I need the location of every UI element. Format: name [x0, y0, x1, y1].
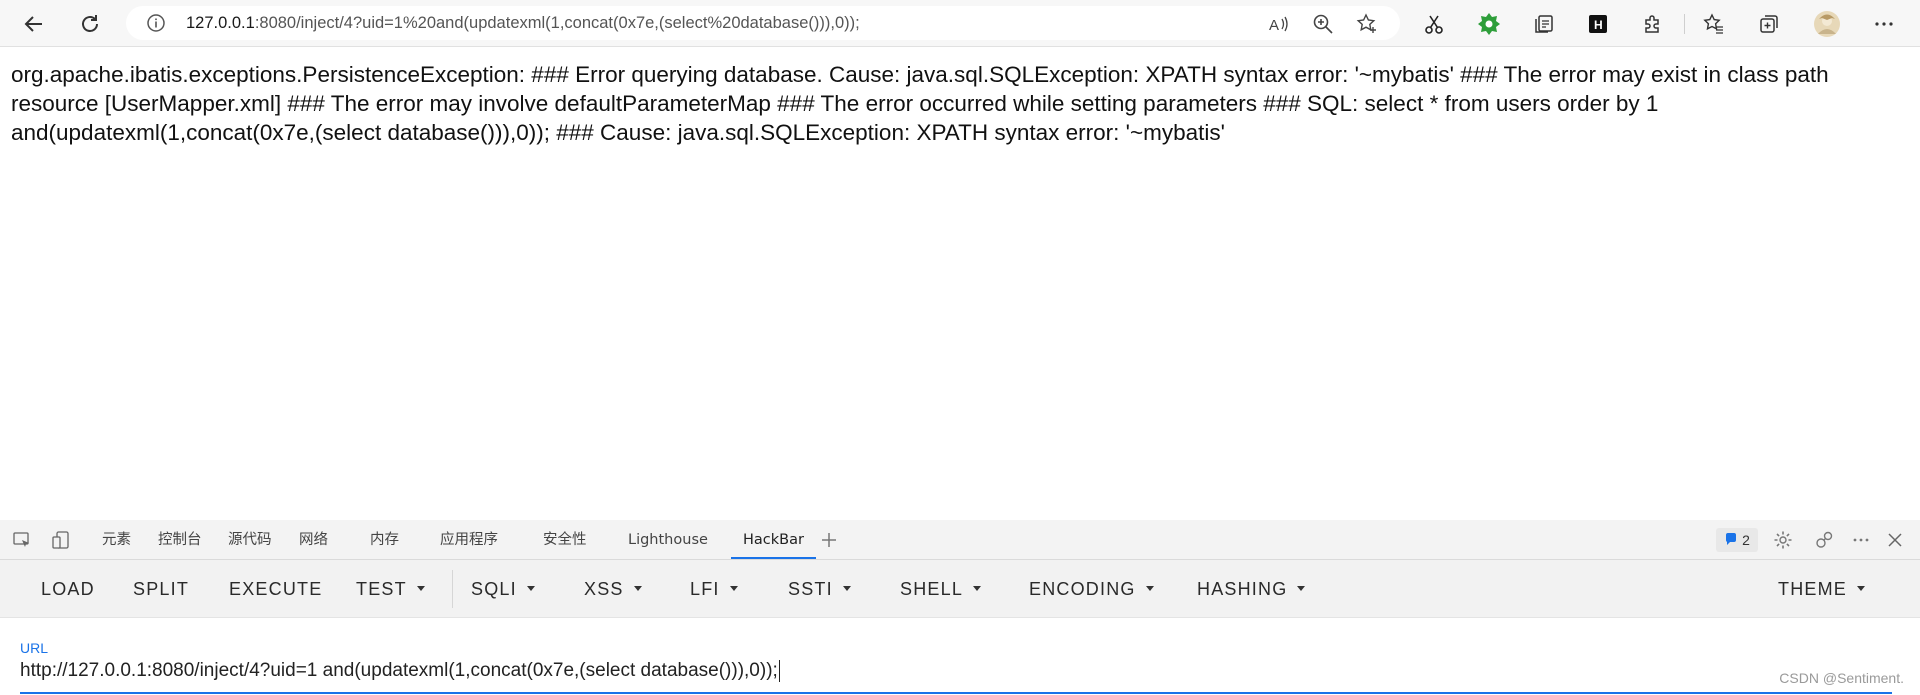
url-host: 127.0.0.1: [186, 14, 255, 32]
add-favorite-icon[interactable]: [1356, 13, 1378, 35]
test-label: TEST: [356, 579, 407, 599]
profile-avatar[interactable]: [1811, 8, 1843, 40]
chevron-down-icon: [633, 585, 642, 591]
tab-hackbar[interactable]: HackBar: [731, 520, 816, 559]
issues-icon: [1724, 532, 1738, 549]
toolbar-separator: [452, 570, 453, 608]
svg-text:H: H: [1594, 18, 1603, 32]
more-icon[interactable]: [1868, 8, 1900, 40]
device-emulation-icon[interactable]: [50, 529, 72, 551]
toolbar-divider: [1684, 14, 1685, 34]
devtools-tab-bar: 元素 控制台 源代码 网络 内存 应用程序 安全性 Lighthouse Hac…: [0, 520, 1920, 560]
chevron-down-icon: [1145, 585, 1154, 591]
hashing-menu[interactable]: HASHING: [1197, 560, 1306, 618]
theme-label: THEME: [1778, 579, 1847, 599]
connected-devices-icon[interactable]: [1813, 529, 1835, 551]
text-cursor: [778, 660, 780, 682]
read-aloud-icon[interactable]: A: [1268, 13, 1290, 35]
shell-menu[interactable]: SHELL: [900, 560, 982, 618]
devtools-panel: 元素 控制台 源代码 网络 内存 应用程序 安全性 Lighthouse Hac…: [0, 520, 1920, 695]
info-icon[interactable]: [146, 13, 166, 33]
hashing-label: HASHING: [1197, 579, 1288, 599]
encoding-label: ENCODING: [1029, 579, 1136, 599]
xss-label: XSS: [584, 579, 624, 599]
tab-sources[interactable]: 源代码: [228, 520, 272, 560]
cut-icon[interactable]: [1418, 8, 1450, 40]
url-input-underline: [20, 692, 1892, 694]
load-button[interactable]: LOAD: [41, 560, 95, 618]
url-input-value: http://127.0.0.1:8080/inject/4?uid=1 and…: [20, 660, 778, 682]
settings-gear-icon[interactable]: [1772, 529, 1794, 551]
ssti-menu[interactable]: SSTI: [788, 560, 851, 618]
theme-menu[interactable]: THEME: [1778, 560, 1865, 618]
inspect-element-icon[interactable]: [11, 529, 33, 551]
tab-elements[interactable]: 元素: [102, 520, 131, 560]
sqli-menu[interactable]: SQLI: [471, 560, 535, 618]
tab-lighthouse[interactable]: Lighthouse: [628, 520, 708, 560]
url-field-label: URL: [20, 640, 49, 656]
chevron-down-icon: [416, 585, 425, 591]
xss-menu[interactable]: XSS: [584, 560, 642, 618]
tab-memory[interactable]: 内存: [370, 520, 399, 560]
chevron-down-icon: [973, 585, 982, 591]
tab-actions-icon[interactable]: [1753, 8, 1785, 40]
lfi-label: LFI: [690, 579, 720, 599]
tab-application[interactable]: 应用程序: [440, 520, 498, 560]
chevron-down-icon: [729, 585, 738, 591]
zoom-icon[interactable]: [1312, 13, 1334, 35]
collections-icon[interactable]: [1528, 8, 1560, 40]
tab-security[interactable]: 安全性: [543, 520, 587, 560]
encoding-menu[interactable]: ENCODING: [1029, 560, 1154, 618]
issues-count: 2: [1742, 532, 1750, 548]
chevron-down-icon: [1857, 585, 1865, 591]
url-path: :8080/inject/4?uid=1%20and(updatexml(1,c…: [254, 14, 860, 32]
hackbar-ext-icon[interactable]: H: [1582, 8, 1614, 40]
test-menu[interactable]: TEST: [356, 560, 425, 618]
chevron-down-icon: [526, 585, 535, 591]
hackbar-toolbar: LOAD SPLIT EXECUTE TEST SQLI XSS LFI SST…: [0, 560, 1920, 618]
tab-console[interactable]: 控制台: [158, 520, 202, 560]
tab-network[interactable]: 网络: [299, 520, 328, 560]
address-bar[interactable]: 127.0.0.1:8080/inject/4?uid=1%20and(upda…: [126, 6, 1400, 40]
url-input[interactable]: http://127.0.0.1:8080/inject/4?uid=1 and…: [20, 660, 780, 682]
ssti-label: SSTI: [788, 579, 833, 599]
issues-badge[interactable]: 2: [1716, 528, 1758, 552]
browser-toolbar: 127.0.0.1:8080/inject/4?uid=1%20and(upda…: [0, 0, 1920, 47]
chevron-down-icon: [1297, 585, 1306, 591]
devtools-more-icon[interactable]: [1850, 529, 1872, 551]
watermark: CSDN @Sentiment.: [1779, 670, 1904, 686]
sqli-label: SQLI: [471, 579, 517, 599]
split-button[interactable]: SPLIT: [133, 560, 189, 618]
refresh-icon[interactable]: [74, 8, 106, 40]
chevron-down-icon: [842, 585, 851, 591]
svg-text:A: A: [1269, 17, 1279, 34]
address-url[interactable]: 127.0.0.1:8080/inject/4?uid=1%20and(upda…: [186, 14, 860, 33]
add-tab-icon[interactable]: [818, 529, 840, 551]
lfi-menu[interactable]: LFI: [690, 560, 738, 618]
extension-green-icon[interactable]: [1473, 8, 1505, 40]
close-devtools-icon[interactable]: [1884, 529, 1906, 551]
execute-button[interactable]: EXECUTE: [229, 560, 322, 618]
shell-label: SHELL: [900, 579, 964, 599]
error-message: org.apache.ibatis.exceptions.Persistence…: [11, 62, 1829, 145]
extensions-icon[interactable]: [1637, 8, 1669, 40]
back-icon[interactable]: [18, 8, 50, 40]
favorites-icon[interactable]: [1698, 8, 1730, 40]
